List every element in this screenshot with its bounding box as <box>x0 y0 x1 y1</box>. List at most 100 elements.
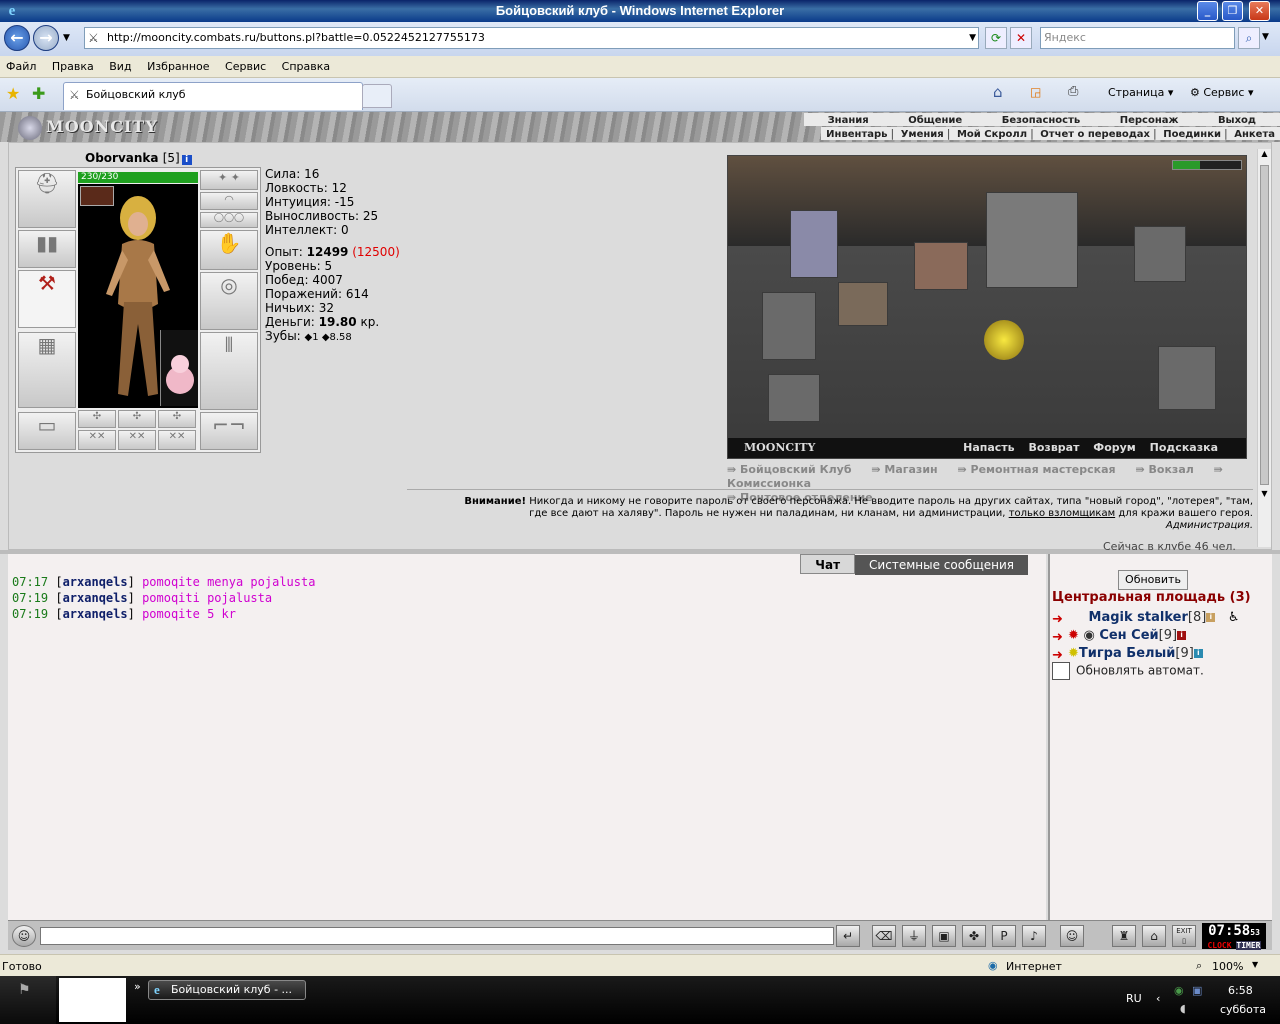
private-arrow-icon[interactable]: ➜ <box>1052 648 1066 663</box>
user-name[interactable]: Magik stalker <box>1089 610 1188 625</box>
tab-fight-club[interactable]: ⚔ Бойцовский клуб <box>63 82 363 110</box>
private-icon[interactable]: P <box>992 925 1016 947</box>
new-tab-button[interactable] <box>362 84 392 108</box>
clan-icon[interactable]: ✹ <box>1068 646 1079 661</box>
shortcut-repair[interactable]: ⇛ Ремонтная мастерская <box>957 463 1123 476</box>
ring-slot-3-icon[interactable]: ✣ <box>158 410 196 428</box>
fighters-icon[interactable]: ✤ <box>962 925 986 947</box>
favorites-star-icon[interactable]: ★ <box>6 84 20 103</box>
page-menu[interactable]: Страница ▾ <box>1108 86 1173 99</box>
hint-link[interactable]: Подсказка <box>1150 441 1218 454</box>
earrings-slot-icon[interactable]: ✦ ✦ <box>200 170 258 190</box>
pet-icon[interactable] <box>160 330 198 406</box>
network-icon[interactable]: ◉ <box>1174 984 1184 997</box>
commission-building[interactable] <box>768 374 820 422</box>
gift-icon[interactable]: ⌂ <box>1142 925 1166 947</box>
menu-view[interactable]: Вид <box>103 56 137 78</box>
zoom-level[interactable]: 100% <box>1212 960 1243 973</box>
leggings-slot-icon[interactable]: ⫴ <box>200 332 258 410</box>
armor-slot-icon[interactable]: ▦ <box>18 332 76 408</box>
user-info-icon[interactable]: i <box>1177 631 1187 640</box>
scroll-down-icon[interactable]: ▼ <box>1258 489 1271 501</box>
gloves-slot-icon[interactable]: ✋ <box>200 230 258 270</box>
tower-building[interactable] <box>1158 346 1216 410</box>
submenu-my-scroll[interactable]: Мой Скролл <box>954 128 1030 141</box>
print-icon[interactable]: ⎙ <box>1068 84 1078 99</box>
submenu-transfer-report[interactable]: Отчет о переводах <box>1037 128 1153 141</box>
taskbar-item-ie[interactable]: e Бойцовский клуб - ... <box>148 980 306 1000</box>
auto-refresh-option[interactable]: Обновлять автомат. <box>1052 662 1204 680</box>
belt-slot-icon[interactable]: ▭ <box>18 412 76 450</box>
user-info-icon[interactable]: i <box>1206 613 1216 622</box>
search-input[interactable]: Яндекс <box>1040 27 1235 49</box>
private-arrow-icon[interactable]: ➜ <box>1052 612 1066 627</box>
scroll-slot-1-icon[interactable]: ✕✕ <box>78 430 116 450</box>
quick-launch-expand-icon[interactable]: » <box>134 980 141 993</box>
user-name[interactable]: Сен Сей <box>1099 628 1158 643</box>
chat-time[interactable]: 07:17 <box>12 575 48 589</box>
private-arrow-icon[interactable]: ➜ <box>1052 630 1066 645</box>
back-button[interactable]: ← <box>4 25 30 51</box>
character-info-icon[interactable]: i <box>181 155 192 165</box>
monitor-icon[interactable]: ▣ <box>1192 984 1202 997</box>
refresh-icon[interactable]: ⟳ <box>985 27 1007 49</box>
fight-club-building[interactable] <box>790 210 838 278</box>
send-icon[interactable]: ↵ <box>836 925 860 947</box>
warning-hackers-link[interactable]: только взломщикам <box>1009 508 1115 519</box>
address-field[interactable]: ⚔ http://mooncity.combats.ru/buttons.pl?… <box>84 27 979 49</box>
menu-security[interactable]: Безопасность <box>984 114 1099 127</box>
scroll-up-icon[interactable]: ▲ <box>1258 149 1271 161</box>
tray-clock[interactable]: 6:58 <box>1228 984 1253 997</box>
sound-icon[interactable]: ♪ <box>1022 925 1046 947</box>
menu-tools[interactable]: Сервис <box>219 56 272 78</box>
submenu-skills[interactable]: Умения <box>898 128 947 141</box>
tab-chat[interactable]: Чат <box>800 554 856 574</box>
submenu-profile[interactable]: Анкета <box>1231 128 1278 141</box>
portal-orb-icon[interactable] <box>984 320 1024 360</box>
filter-icon[interactable]: ⏚ <box>902 925 926 947</box>
boots-slot-icon[interactable]: ⌐¬ <box>200 412 258 450</box>
volume-icon[interactable]: ◖ <box>1180 1002 1186 1015</box>
scroll-slot-3-icon[interactable]: ✕✕ <box>158 430 196 450</box>
menu-edit[interactable]: Правка <box>46 56 100 78</box>
bracers-slot-icon[interactable]: ▮▮ <box>18 230 76 268</box>
timer-label[interactable]: TIMER <box>1236 941 1261 950</box>
tab-system-messages[interactable]: Системные сообщения <box>855 555 1028 575</box>
clan-icon[interactable]: ✹ <box>1068 628 1079 643</box>
refresh-button[interactable]: Обновить <box>1118 570 1188 590</box>
rings-slot-icon[interactable]: ◯◯◯ <box>200 212 258 228</box>
menu-favorites[interactable]: Избранное <box>141 56 215 78</box>
shortcut-fight-club[interactable]: ⇛ Бойцовский Клуб <box>727 463 860 476</box>
submenu-inventory[interactable]: Инвентарь <box>823 128 890 141</box>
language-indicator[interactable]: RU <box>1126 992 1142 1005</box>
shortcut-shop[interactable]: ⇛ Магазин <box>871 463 945 476</box>
stop-icon[interactable]: ✕ <box>1010 27 1032 49</box>
ring-slot-2-icon[interactable]: ✣ <box>118 410 156 428</box>
menu-exit[interactable]: Выход <box>1200 114 1274 127</box>
save-icon[interactable]: ▣ <box>932 925 956 947</box>
attack-link[interactable]: Напасть <box>963 441 1015 454</box>
return-link[interactable]: Возврат <box>1028 441 1079 454</box>
menu-communication[interactable]: Общение <box>890 114 980 127</box>
mail-building[interactable] <box>762 292 816 360</box>
history-dropdown-icon[interactable]: ▼ <box>63 33 70 43</box>
exit-button[interactable]: EXIT ▯ <box>1172 925 1196 947</box>
user-info-icon[interactable]: i <box>1193 649 1203 658</box>
bag-icon[interactable]: ♜ <box>1112 925 1136 947</box>
repair-building[interactable] <box>838 282 888 326</box>
ring-slot-1-icon[interactable]: ✣ <box>78 410 116 428</box>
menu-character[interactable]: Персонаж <box>1102 114 1197 127</box>
chat-user[interactable]: arxanqels <box>63 591 128 605</box>
castle-building[interactable] <box>986 192 1078 288</box>
chat-time[interactable]: 07:19 <box>12 591 48 605</box>
chat-user[interactable]: arxanqels <box>63 575 128 589</box>
forward-button[interactable]: → <box>33 25 59 51</box>
zoom-icon[interactable]: ⌕ <box>1196 959 1202 973</box>
clear-icon[interactable]: ⌫ <box>872 925 896 947</box>
home-icon[interactable]: ⌂ <box>993 83 1003 101</box>
chat-time[interactable]: 07:19 <box>12 607 48 621</box>
tray-expand-icon[interactable]: ‹ <box>1156 992 1160 1005</box>
user-name[interactable]: Тигра Белый <box>1079 646 1175 661</box>
chat-mode-icon[interactable]: ☺ <box>12 925 36 947</box>
smiles-icon[interactable]: ☺ <box>1060 925 1084 947</box>
